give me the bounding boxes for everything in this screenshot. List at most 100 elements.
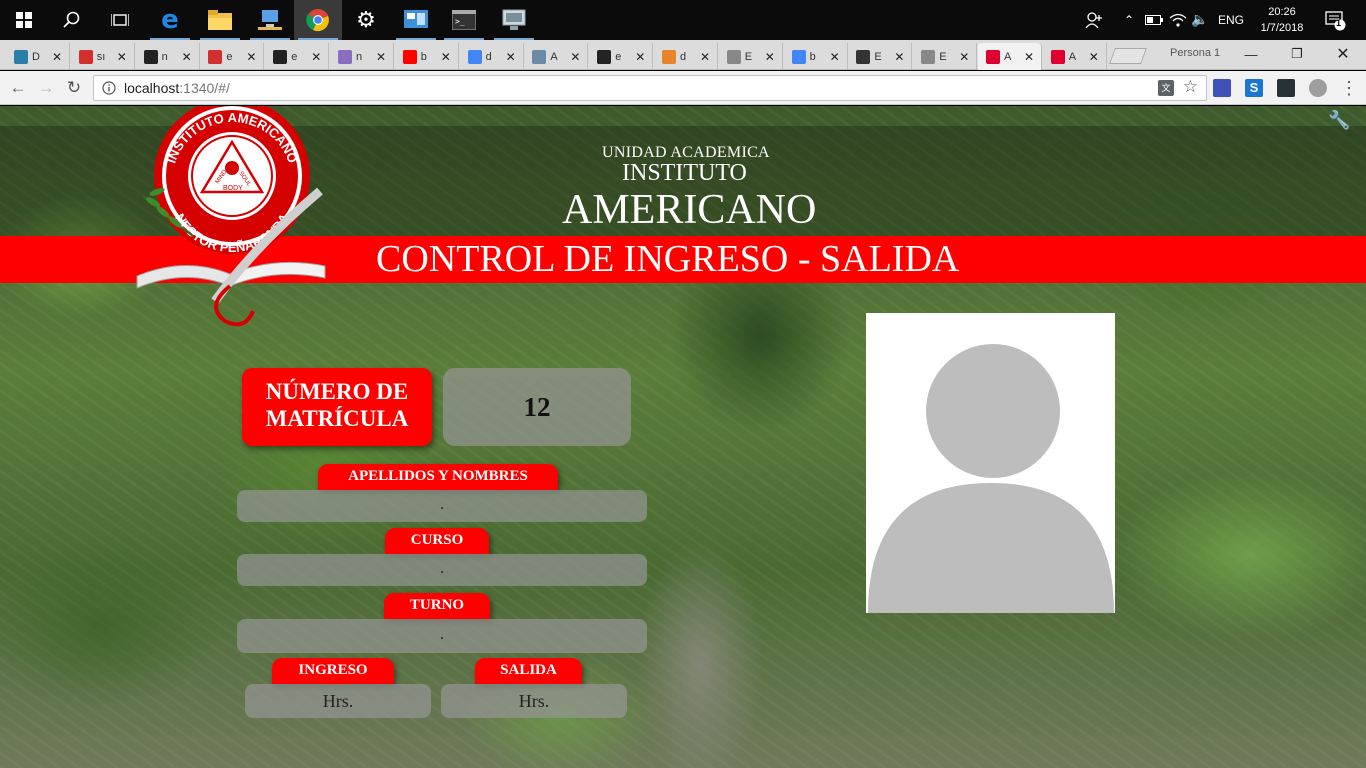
tab-close-icon[interactable]: ✕	[700, 50, 710, 64]
reload-button[interactable]: ↻	[61, 75, 87, 101]
tab-close-icon[interactable]: ✕	[441, 50, 451, 64]
clock-time: 20:26	[1268, 6, 1296, 18]
bookmark-star-icon[interactable]: ☆	[1183, 77, 1198, 97]
remote-desktop-button[interactable]	[490, 0, 538, 40]
tab-close-icon[interactable]: ✕	[959, 50, 969, 64]
action-center-button[interactable]: 1	[1320, 0, 1350, 40]
url-path: :1340/#/	[179, 80, 230, 96]
forward-button[interactable]: →	[33, 75, 59, 101]
tab-close-icon[interactable]: ✕	[1024, 50, 1034, 64]
svg-text:>_: >_	[455, 17, 465, 26]
browser-tab[interactable]: sı ✕	[71, 43, 135, 70]
tab-close-icon[interactable]: ✕	[765, 50, 775, 64]
chrome-taskbar-button[interactable]	[294, 0, 342, 40]
turno-label: TURNO	[384, 593, 490, 619]
tab-title: A	[550, 50, 558, 63]
page-viewport: CONTROL DE INGRESO - SALIDA UNIDAD ACADE…	[0, 106, 1366, 768]
profile-name[interactable]: Persona 1	[1170, 47, 1220, 59]
volume-button[interactable]: 🔈	[1190, 0, 1210, 40]
settings-taskbar-button[interactable]: ⚙	[342, 0, 390, 40]
show-hidden-icons-button[interactable]: ⌃	[1120, 0, 1138, 40]
extension-1-icon[interactable]	[1213, 79, 1231, 97]
tab-close-icon[interactable]: ✕	[182, 50, 192, 64]
tab-favicon-icon	[986, 49, 1000, 64]
task-view-button[interactable]	[96, 0, 144, 40]
edge-icon: e	[161, 5, 179, 35]
battery-button[interactable]	[1144, 0, 1164, 40]
clock[interactable]: 20:26 1/7/2018	[1250, 4, 1314, 36]
new-tab-button[interactable]	[1109, 48, 1147, 64]
tab-close-icon[interactable]: ✕	[52, 50, 62, 64]
restore-button[interactable]: ❐	[1274, 40, 1320, 68]
wrench-icon[interactable]: 🔧	[1328, 110, 1350, 131]
tab-close-icon[interactable]: ✕	[894, 50, 904, 64]
browser-tab[interactable]: n ✕	[330, 43, 394, 70]
start-button[interactable]	[0, 0, 48, 40]
tab-close-icon[interactable]: ✕	[830, 50, 840, 64]
tab-close-icon[interactable]: ✕	[376, 50, 386, 64]
file-explorer-button[interactable]	[196, 0, 244, 40]
browser-tab[interactable]: E ✕	[848, 43, 913, 70]
close-window-button[interactable]: ✕	[1320, 40, 1366, 68]
browser-tab[interactable]: d ✕	[460, 43, 524, 70]
language-indicator[interactable]: ENG	[1214, 0, 1248, 40]
tab-close-icon[interactable]: ✕	[311, 50, 321, 64]
tab-favicon-icon	[273, 49, 288, 64]
minimize-button[interactable]: —	[1228, 40, 1274, 68]
instituto-label: INSTITUTO	[622, 160, 747, 186]
tab-close-icon[interactable]: ✕	[635, 50, 645, 64]
search-button[interactable]	[48, 0, 96, 40]
student-photo-placeholder	[866, 313, 1115, 613]
tab-favicon-icon	[597, 49, 612, 64]
control-panel-button[interactable]	[392, 0, 440, 40]
browser-tab[interactable]: D ✕	[6, 43, 70, 70]
people-button[interactable]	[1082, 0, 1106, 40]
tab-favicon-icon	[78, 49, 93, 64]
browser-tab[interactable]: b ✕	[395, 43, 459, 70]
notification-icon	[1325, 11, 1346, 31]
gear-icon: ⚙	[356, 7, 376, 33]
tab-close-icon[interactable]: ✕	[1089, 50, 1099, 64]
browser-tab[interactable]: n ✕	[136, 43, 200, 70]
windows-taskbar: e ⚙ >_ ⌃ 🔈 ENG 20:26 1/7/2018 1	[0, 0, 1366, 40]
wifi-button[interactable]	[1168, 0, 1188, 40]
back-button[interactable]: ←	[5, 75, 31, 101]
tab-title: b	[809, 50, 816, 63]
extension-chart-icon[interactable]	[1277, 79, 1295, 97]
tab-title: d	[485, 50, 492, 63]
menu-button[interactable]: ⋮	[1336, 75, 1362, 101]
extension-shield-icon[interactable]	[1309, 79, 1327, 97]
tab-title: E	[744, 50, 753, 63]
browser-tab[interactable]: E ✕	[913, 43, 978, 70]
browser-tab[interactable]: e ✕	[265, 43, 330, 70]
institute-logo: INSTITUTO AMERICANO NESTOR PEÑARANDA MIN…	[136, 106, 326, 327]
tab-favicon-icon	[1050, 49, 1065, 64]
chevron-up-icon: ⌃	[1123, 13, 1135, 27]
edge-taskbar-button[interactable]: e	[146, 0, 194, 40]
tab-favicon-icon	[532, 49, 547, 64]
tab-title: b	[420, 50, 427, 63]
arrow-right-icon: →	[37, 78, 55, 97]
tab-close-icon[interactable]: ✕	[570, 50, 580, 64]
browser-tab[interactable]: d ✕	[654, 43, 718, 70]
browser-tab[interactable]: A ✕	[978, 43, 1042, 70]
network-app-button[interactable]	[246, 0, 294, 40]
extension-s-icon[interactable]: S	[1245, 79, 1263, 97]
turno-value: .	[237, 619, 647, 653]
browser-tab[interactable]: e ✕	[589, 43, 654, 70]
browser-tab[interactable]: E ✕	[719, 43, 783, 70]
tab-close-icon[interactable]: ✕	[117, 50, 127, 64]
tab-close-icon[interactable]: ✕	[246, 50, 256, 64]
terminal-button[interactable]: >_	[440, 0, 488, 40]
tab-close-icon[interactable]: ✕	[506, 50, 516, 64]
nombres-label: APELLIDOS Y NOMBRES	[318, 464, 558, 490]
tab-favicon-icon	[208, 49, 223, 64]
browser-tab[interactable]: b ✕	[784, 43, 848, 70]
address-bar[interactable]: localhost:1340/#/ 文 ☆	[93, 75, 1207, 101]
browser-tab[interactable]: e ✕	[200, 43, 265, 70]
control-panel-icon	[404, 10, 428, 28]
translate-icon[interactable]: 文	[1158, 80, 1174, 96]
browser-tab[interactable]: A ✕	[524, 43, 589, 70]
browser-tab[interactable]: A ✕	[1043, 43, 1107, 70]
nombres-value: .	[237, 490, 647, 522]
